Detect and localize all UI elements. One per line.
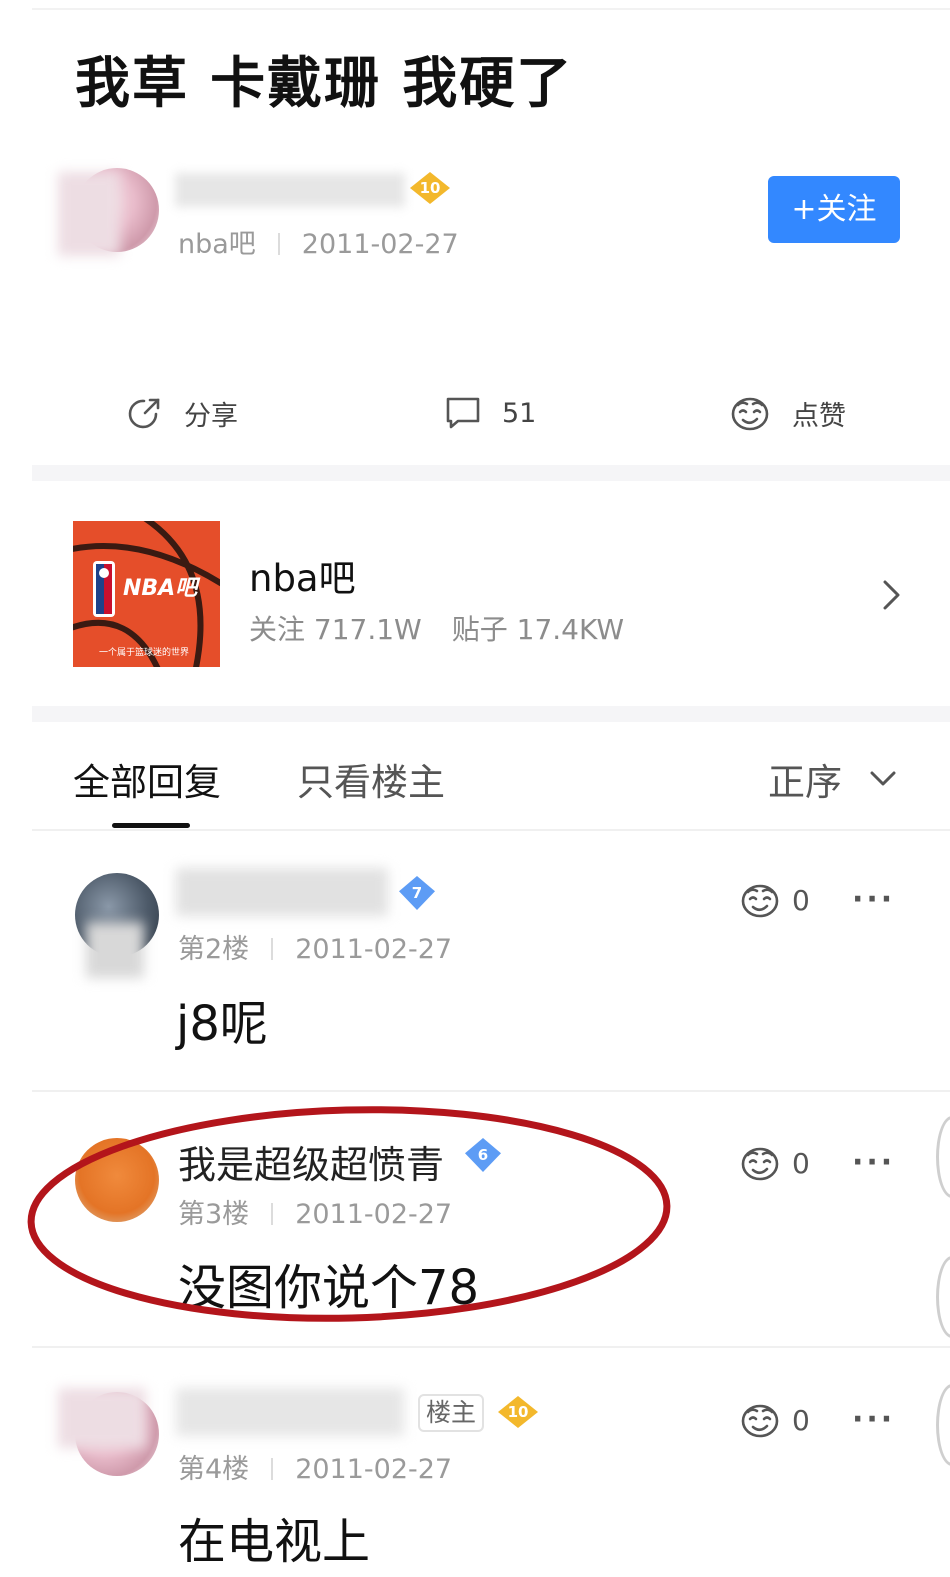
forum-logo-tagline: 一个属于篮球迷的世界 — [99, 646, 189, 658]
reply-date: 2011-02-27 — [295, 1454, 453, 1485]
like-label: 点赞 — [792, 400, 846, 432]
reply-content: j8呢 — [176, 996, 268, 1052]
op-tag: 楼主 — [418, 1394, 485, 1432]
post-date: 2011-02-27 — [301, 229, 459, 260]
reply-divider — [32, 1346, 950, 1348]
reply-meta: 第2楼 2011-02-27 — [178, 927, 452, 966]
reply-divider — [32, 1090, 950, 1092]
section-divider — [32, 465, 950, 481]
floating-button-edge[interactable] — [936, 1384, 950, 1466]
reply-author-redacted[interactable] — [176, 868, 388, 916]
level-badge: 7 — [399, 876, 435, 910]
level-badge: 10 — [410, 172, 450, 204]
chevron-down-icon — [870, 771, 896, 786]
forum-stats: 关注 717.1W 贴子 17.4KW — [249, 608, 624, 648]
forum-posts: 贴子 17.4KW — [451, 613, 625, 646]
like-face-icon — [741, 884, 779, 918]
sort-dropdown[interactable]: 正序 — [768, 752, 898, 806]
section-divider — [32, 706, 950, 722]
tab-all-replies[interactable]: 全部回复 — [73, 752, 221, 806]
share-label: 分享 — [184, 400, 238, 432]
forum-logo[interactable]: NBA吧 一个属于篮球迷的世界 — [73, 521, 220, 667]
like-face-icon — [741, 1404, 779, 1438]
basketball-logo-icon: NBA吧 一个属于篮球迷的世界 — [73, 521, 220, 667]
meta-separator — [271, 1458, 274, 1480]
reply-like-button[interactable]: 0 — [738, 1400, 810, 1440]
forum-name[interactable]: nba吧 — [249, 548, 356, 602]
sort-label: 正序 — [768, 761, 842, 804]
chevron-right-icon[interactable] — [878, 578, 904, 612]
share-icon — [128, 398, 160, 429]
author-meta: nba吧 2011-02-27 — [178, 222, 459, 261]
more-options-icon[interactable]: ··· — [852, 882, 895, 917]
forum-link[interactable]: nba吧 — [178, 229, 256, 260]
share-button[interactable]: 分享 — [126, 390, 238, 436]
active-tab-indicator — [112, 823, 190, 828]
avatar-mosaic — [58, 172, 120, 256]
author-name-redacted[interactable] — [175, 173, 405, 207]
post-title: 我草 卡戴珊 我硬了 — [75, 51, 574, 115]
reply-like-button[interactable]: 0 — [738, 1143, 810, 1183]
reply-like-count: 0 — [792, 1146, 810, 1180]
avatar-mosaic — [86, 922, 144, 978]
floor-number: 第4楼 — [178, 1454, 250, 1485]
comment-button[interactable]: 51 — [444, 390, 536, 436]
like-face-icon — [731, 397, 769, 431]
floor-number: 第2楼 — [178, 934, 250, 965]
floating-button-edge[interactable] — [936, 1256, 950, 1338]
tabs-divider — [32, 829, 950, 831]
forum-followers: 关注 717.1W — [249, 613, 422, 646]
meta-separator — [271, 938, 274, 960]
like-button[interactable]: 点赞 — [728, 390, 846, 436]
reply-content: 在电视上 — [178, 1514, 371, 1570]
like-face-icon — [741, 1147, 779, 1181]
floating-button-edge[interactable] — [936, 1116, 950, 1198]
top-divider — [32, 8, 950, 10]
reply-author-redacted[interactable] — [176, 1388, 404, 1436]
avatar-mosaic — [58, 1388, 146, 1448]
reply-date: 2011-02-27 — [295, 934, 453, 965]
tab-op-only[interactable]: 只看楼主 — [297, 752, 445, 806]
reply-like-count: 0 — [792, 1403, 810, 1437]
comment-count: 51 — [502, 397, 537, 429]
more-options-icon[interactable]: ··· — [852, 1145, 895, 1180]
highlight-circle-annotation — [27, 1106, 671, 1322]
level-badge: 10 — [498, 1396, 538, 1428]
more-options-icon[interactable]: ··· — [852, 1402, 895, 1437]
meta-separator — [277, 233, 280, 255]
reply-like-count: 0 — [792, 883, 810, 917]
forum-logo-text: NBA吧 — [123, 576, 201, 601]
comment-icon — [446, 397, 480, 429]
reply-meta: 第4楼 2011-02-27 — [178, 1447, 452, 1486]
reply-like-button[interactable]: 0 — [738, 880, 810, 920]
follow-button[interactable]: +关注 — [768, 176, 900, 243]
